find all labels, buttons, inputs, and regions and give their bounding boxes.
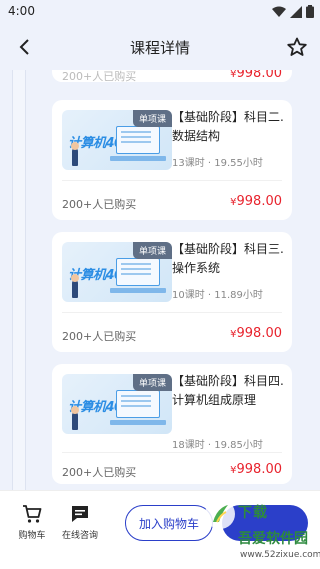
status-icons xyxy=(272,5,314,18)
watermark-logo-icon xyxy=(205,499,235,529)
course-meta: 10课时 · 11.89小时 xyxy=(172,290,263,301)
watermark-title: 下载 xyxy=(238,505,268,521)
app-header: 课程详情 xyxy=(0,24,320,70)
battery-icon xyxy=(306,5,314,18)
person-illustration xyxy=(71,142,79,166)
keyboard-illustration xyxy=(110,420,166,425)
course-price: ¥998.00 xyxy=(230,326,282,341)
course-title: 【基础阶段】科目四.计算机组成原理 xyxy=(172,374,284,407)
computer-illustration xyxy=(116,126,160,154)
buyer-count: 200+人已购买 xyxy=(62,330,137,343)
chat-icon xyxy=(72,506,88,522)
timeline-rail xyxy=(12,70,26,490)
course-type-tag: 单项课 xyxy=(132,374,172,391)
course-title: 【基础阶段】科目二.数据结构 xyxy=(172,110,284,143)
course-thumbnail: 计算机408 单项课 xyxy=(62,374,172,434)
computer-illustration xyxy=(116,390,160,418)
course-type-tag: 单项课 xyxy=(132,110,172,127)
course-price: ¥998.00 xyxy=(230,194,282,209)
signal-icon xyxy=(290,5,302,18)
course-meta: 18课时 · 19.85小时 xyxy=(172,440,263,451)
person-illustration xyxy=(71,274,79,298)
keyboard-illustration xyxy=(110,288,166,293)
buyer-count: 200+人已购买 xyxy=(62,466,137,479)
card-divider xyxy=(62,180,282,181)
star-icon xyxy=(287,37,307,56)
status-time: 4:00 xyxy=(8,4,35,18)
shopping-cart-icon xyxy=(23,505,42,523)
wifi-icon xyxy=(272,6,286,17)
keyboard-illustration xyxy=(110,156,166,161)
watermark-text: 吾爱软件园 xyxy=(238,531,308,547)
course-title: 【基础阶段】科目三.操作系统 xyxy=(172,242,284,275)
course-price: ¥998.00 xyxy=(230,70,282,81)
person-illustration xyxy=(71,406,79,430)
consult-label: 在线咨询 xyxy=(61,531,98,541)
course-card[interactable]: 计算机408 单项课 【基础阶段】科目三.操作系统 10课时 · 11.89小时… xyxy=(52,232,292,352)
card-divider xyxy=(62,312,282,313)
course-thumbnail: 计算机408 单项课 xyxy=(62,110,172,170)
buyer-count: 200+人已购买 xyxy=(62,198,137,211)
course-card[interactable]: 计算机408 单项课 【基础阶段】科目四.计算机组成原理 18课时 · 19.8… xyxy=(52,364,292,484)
computer-illustration xyxy=(116,258,160,286)
consult-tab[interactable]: 在线咨询 xyxy=(50,503,110,541)
course-card[interactable]: 计算机408 单项课 【基础阶段】科目二.数据结构 13课时 · 19.55小时… xyxy=(52,100,292,220)
course-type-tag: 单项课 xyxy=(132,242,172,259)
favorite-button[interactable] xyxy=(286,36,308,58)
course-meta: 13课时 · 19.55小时 xyxy=(172,158,263,169)
buyer-count: 200+人已购买 xyxy=(62,70,137,83)
course-card-partial[interactable]: 200+人已购买 ¥998.00 xyxy=(52,70,292,83)
course-price: ¥998.00 xyxy=(230,462,282,477)
status-bar: 4:00 xyxy=(0,0,320,24)
card-divider xyxy=(62,452,282,453)
course-thumbnail: 计算机408 单项课 xyxy=(62,242,172,302)
page-title: 课程详情 xyxy=(129,39,190,57)
watermark-url: www.52zixue.com xyxy=(240,550,320,560)
course-list[interactable]: 200+人已购买 ¥998.00 计算机408 单项课 【基础阶段】科目二.数据… xyxy=(0,70,320,490)
watermark: 下载 吾爱软件园 www.52zixue.com xyxy=(196,498,320,569)
